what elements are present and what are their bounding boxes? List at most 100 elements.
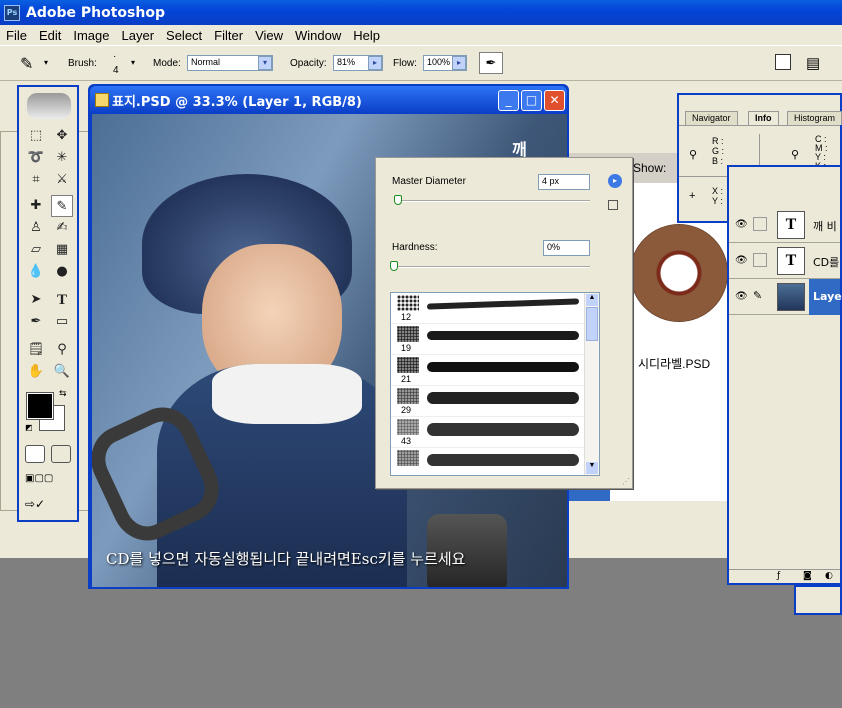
image-window-titlebar[interactable]: 표지.PSD @ 33.3% (Layer 1, RGB/8) bbox=[90, 86, 567, 114]
feather-logo-icon[interactable] bbox=[27, 93, 71, 119]
layer-style-icon[interactable]: ƒ bbox=[777, 571, 780, 581]
mode-dropdown-icon[interactable]: ▾ bbox=[258, 56, 272, 70]
pen-tool-icon[interactable]: ✒ bbox=[25, 311, 47, 333]
brush-preset-item[interactable]: 12 bbox=[391, 293, 585, 324]
cd-label-filename[interactable]: 시디라벨.PSD bbox=[638, 355, 710, 372]
scroll-up-icon[interactable]: ▲ bbox=[586, 294, 598, 306]
flow-flyout-icon[interactable]: ▸ bbox=[452, 56, 466, 70]
brush-menu-flyout-icon[interactable]: ▸ bbox=[608, 174, 622, 188]
healing-brush-icon[interactable]: ✚ bbox=[25, 195, 47, 217]
show-label: Show: bbox=[633, 161, 667, 175]
dodge-tool-icon[interactable]: ● bbox=[51, 261, 73, 283]
brush-list-scrollbar[interactable]: ▲ ▼ bbox=[584, 293, 599, 475]
gradient-tool-icon[interactable]: ▦ bbox=[51, 239, 73, 261]
eye-icon[interactable]: 👁 bbox=[735, 219, 748, 230]
layer-row[interactable]: 👁 T CD를 bbox=[729, 243, 840, 279]
notes-tool-icon[interactable]: 🗒 bbox=[25, 339, 47, 361]
file-browser-icon[interactable] bbox=[775, 54, 791, 70]
crop-tool-icon[interactable]: ⌗ bbox=[25, 169, 47, 191]
quickmask-mode-icon[interactable] bbox=[51, 445, 71, 463]
collar-shape bbox=[212, 364, 362, 424]
history-brush-icon[interactable]: ✍ bbox=[51, 217, 73, 239]
scroll-down-icon[interactable]: ▼ bbox=[586, 462, 598, 474]
blur-tool-icon[interactable]: 💧 bbox=[25, 261, 47, 283]
opacity-flyout-icon[interactable]: ▸ bbox=[368, 56, 382, 70]
foreground-color-swatch[interactable] bbox=[26, 392, 54, 420]
path-select-icon[interactable]: ➤ bbox=[25, 289, 47, 311]
link-box[interactable] bbox=[753, 217, 767, 231]
text-layer-icon: T bbox=[777, 247, 805, 275]
type-tool-icon[interactable]: T bbox=[51, 289, 73, 311]
tab-info[interactable]: Info bbox=[748, 111, 779, 125]
swap-colors-icon[interactable]: ⇆ bbox=[59, 389, 67, 399]
tab-navigator[interactable]: Navigator bbox=[685, 111, 738, 125]
marquee-tool-icon[interactable]: ⬚ bbox=[25, 125, 47, 147]
menu-select[interactable]: Select bbox=[160, 28, 208, 43]
brush-preset-item[interactable]: 29 bbox=[391, 386, 585, 417]
resize-grip-icon[interactable]: ⋰ bbox=[622, 477, 630, 486]
tool-preset-arrow-icon[interactable]: ▾ bbox=[44, 58, 48, 67]
hardness-slider-track[interactable] bbox=[394, 266, 590, 268]
move-tool-icon[interactable]: ✥ bbox=[51, 125, 73, 147]
menu-edit[interactable]: Edit bbox=[33, 28, 67, 43]
lasso-tool-icon[interactable]: ➰ bbox=[25, 147, 47, 169]
master-diameter-slider-thumb[interactable] bbox=[393, 195, 402, 205]
menu-help[interactable]: Help bbox=[347, 28, 386, 43]
brush-size-label: 43 bbox=[401, 436, 412, 446]
brush-tool-icon[interactable]: ✎ bbox=[20, 54, 33, 74]
shape-tool-icon[interactable]: ▭ bbox=[51, 311, 73, 333]
magic-wand-icon[interactable]: ✳ bbox=[51, 147, 73, 169]
menu-file[interactable]: File bbox=[0, 28, 33, 43]
link-box[interactable] bbox=[753, 253, 767, 267]
layer-row-selected[interactable]: 👁 ✎ Layer bbox=[729, 279, 842, 315]
standard-mode-icon[interactable] bbox=[25, 445, 45, 463]
eyedropper-tool-icon[interactable]: ⚲ bbox=[51, 339, 73, 361]
save-preset-icon[interactable] bbox=[608, 200, 618, 210]
default-colors-icon[interactable]: ◩ bbox=[25, 423, 33, 432]
stamp-tool-icon[interactable]: ♙ bbox=[25, 217, 47, 239]
brush-preset-item[interactable]: 19 bbox=[391, 324, 585, 355]
hardness-slider-thumb[interactable] bbox=[390, 261, 398, 271]
menu-layer[interactable]: Layer bbox=[116, 28, 161, 43]
crosshair-icon: + bbox=[689, 190, 696, 202]
brush-preset-item[interactable]: 21 bbox=[391, 355, 585, 386]
brush-tool-selected-icon[interactable]: ✎ bbox=[51, 195, 73, 217]
brush-preset-item[interactable] bbox=[391, 448, 585, 475]
maximize-icon[interactable]: □ bbox=[521, 90, 542, 111]
cd-label-thumbnail[interactable] bbox=[630, 224, 728, 322]
close-icon[interactable]: ✕ bbox=[544, 90, 565, 111]
tab-histogram[interactable]: Histogram bbox=[787, 111, 842, 125]
screen-mode-icons[interactable]: ▣▢▢ bbox=[25, 473, 69, 487]
master-diameter-field[interactable]: 4 px bbox=[538, 174, 590, 190]
eyedropper-icon-2: ⚲ bbox=[791, 149, 800, 161]
minimize-icon[interactable]: _ bbox=[498, 90, 519, 111]
layer-mask-icon[interactable]: ◙ bbox=[803, 571, 812, 581]
palette-well-icon[interactable]: ▤ bbox=[806, 54, 828, 74]
brush-stroke-preview bbox=[427, 362, 579, 372]
scroll-thumb[interactable] bbox=[586, 307, 598, 341]
adjustment-layer-icon[interactable]: ◐ bbox=[825, 571, 833, 581]
eye-icon[interactable]: 👁 bbox=[735, 291, 748, 302]
brush-preset-list[interactable]: 12 19 21 29 43 ▲ ▼ bbox=[390, 292, 600, 476]
master-diameter-slider-track[interactable] bbox=[394, 200, 590, 202]
imageready-jump-icon[interactable]: ⇨✓ bbox=[25, 497, 69, 515]
brush-picker-arrow-icon[interactable]: ▾ bbox=[131, 58, 135, 67]
hand-tool-icon[interactable]: ✋ bbox=[25, 361, 47, 383]
layer-row[interactable]: 👁 T 깨 비 bbox=[729, 207, 840, 243]
layer-name: Layer bbox=[813, 290, 842, 303]
airbrush-icon[interactable]: ✒ bbox=[479, 52, 503, 74]
brush-stroke-preview bbox=[427, 392, 579, 404]
eraser-tool-icon[interactable]: ▱ bbox=[25, 239, 47, 261]
brush-preset-item[interactable]: 43 bbox=[391, 417, 585, 448]
zoom-tool-icon[interactable]: 🔍 bbox=[51, 361, 73, 383]
menu-view[interactable]: View bbox=[249, 28, 289, 43]
menu-image[interactable]: Image bbox=[67, 28, 115, 43]
brush-link-icon: ✎ bbox=[753, 289, 763, 302]
text-layer-icon: T bbox=[777, 211, 805, 239]
options-bar: ✎ ▾ Brush: · 4 ▾ Mode: Normal ▾ Opacity:… bbox=[0, 45, 842, 81]
menu-filter[interactable]: Filter bbox=[208, 28, 249, 43]
hardness-field[interactable]: 0% bbox=[543, 240, 590, 256]
menu-window[interactable]: Window bbox=[289, 28, 347, 43]
eye-icon[interactable]: 👁 bbox=[735, 255, 748, 266]
slice-tool-icon[interactable]: ⚔ bbox=[51, 169, 73, 191]
